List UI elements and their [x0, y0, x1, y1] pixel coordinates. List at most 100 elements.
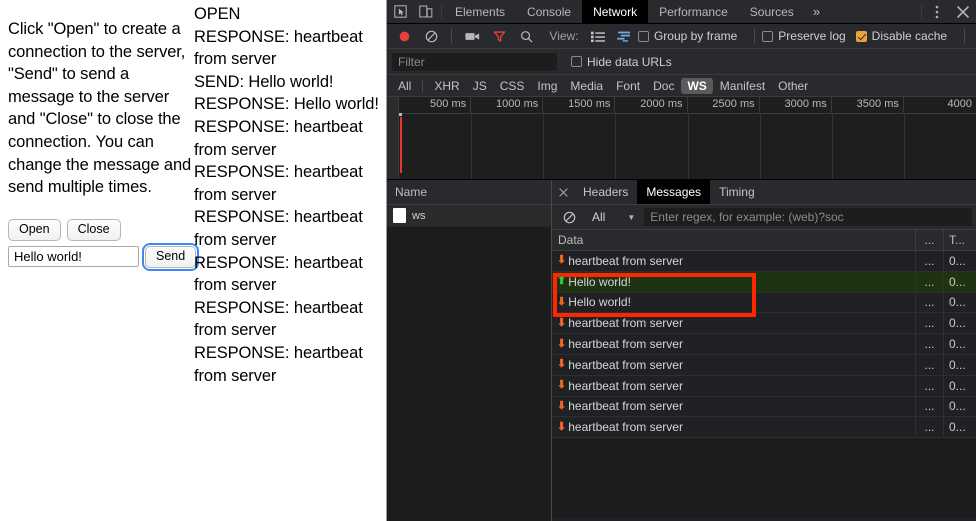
network-toolbar: View: Group by frame Preserve log Disabl… [387, 24, 976, 49]
network-split: Name ws Headers Messages Timing All ▼ En… [387, 180, 976, 521]
group-by-frame-label: Group by frame [653, 29, 738, 43]
checkbox-box [762, 30, 774, 42]
waterfall-view-icon[interactable] [611, 24, 638, 49]
arrow-down-icon: ⬇ [557, 358, 567, 371]
message-input[interactable] [8, 246, 139, 268]
network-overview-timeline[interactable]: 500 ms 1000 ms 1500 ms 2000 ms 2500 ms 3… [387, 97, 976, 180]
message-data-cell: ⬇ heartbeat from server [552, 417, 916, 438]
tab-messages[interactable]: Messages [637, 180, 711, 204]
tab-headers[interactable]: Headers [574, 180, 637, 204]
message-data-cell: ⬇ heartbeat from server [552, 354, 916, 375]
table-row[interactable]: ⬇ heartbeat from server ... 0... [552, 334, 976, 355]
message-text: heartbeat from server [568, 399, 683, 414]
type-filter-js[interactable]: JS [467, 78, 493, 94]
type-filter-xhr[interactable]: XHR [428, 78, 465, 94]
table-row[interactable]: ⬆ Hello world! ... 0... [552, 271, 976, 293]
arrow-down-icon: ⬇ [557, 337, 567, 350]
type-filter-manifest[interactable]: Manifest [714, 78, 771, 94]
type-filter-doc[interactable]: Doc [647, 78, 680, 94]
preserve-log-checkbox[interactable]: Preserve log [762, 29, 846, 43]
tab-timing[interactable]: Timing [710, 180, 764, 204]
message-length-cell: ... [916, 251, 944, 271]
close-detail-icon[interactable] [552, 180, 574, 204]
overview-tick-lane: 500 ms 1000 ms 1500 ms 2000 ms 2500 ms 3… [399, 97, 976, 114]
device-toolbar-icon[interactable] [413, 0, 439, 23]
log-line: RESPONSE: heartbeat from server [194, 208, 363, 249]
type-filter-other[interactable]: Other [772, 78, 814, 94]
message-text: heartbeat from server [568, 357, 683, 372]
view-label: View: [549, 29, 579, 43]
log-line: RESPONSE: heartbeat from server [194, 27, 363, 69]
overview-dom-content-loaded-marker [400, 117, 402, 173]
clear-icon[interactable] [418, 24, 445, 49]
table-row[interactable]: ⬇ heartbeat from server ... 0... [552, 313, 976, 335]
overview-gridlines [399, 114, 976, 179]
requests-list-empty-area [387, 227, 551, 521]
filter-input[interactable] [392, 52, 557, 71]
send-button[interactable]: Send [141, 242, 200, 271]
table-row[interactable]: ⬇ heartbeat from server ... 0... [552, 375, 976, 397]
type-divider [422, 79, 424, 92]
arrow-up-icon: ⬆ [557, 275, 567, 288]
close-devtools-icon[interactable] [950, 0, 976, 23]
type-filter-ws[interactable]: WS [681, 77, 713, 94]
hide-data-urls-checkbox[interactable]: Hide data URLs [571, 55, 672, 69]
type-filter-img[interactable]: Img [531, 78, 563, 94]
type-filter-all[interactable]: All [392, 78, 417, 94]
web-page-pane: Click "Open" to create a connection to t… [0, 0, 387, 521]
record-icon[interactable] [391, 24, 418, 49]
type-filter-font[interactable]: Font [610, 78, 646, 94]
overview-tick-label: 500 ms [430, 98, 467, 110]
inspect-element-icon[interactable] [387, 0, 413, 23]
log-line: SEND: Hello world! [194, 72, 334, 91]
type-filter-css[interactable]: CSS [494, 78, 531, 94]
messages-table-header: Data ... T... [552, 230, 976, 251]
devtools-panel: Elements Console Network Performance Sou… [387, 0, 976, 521]
message-regex-input[interactable] [644, 208, 972, 226]
message-length-cell: ... [916, 271, 944, 292]
request-detail-pane: Headers Messages Timing All ▼ Enter rege… [552, 180, 976, 521]
request-row-ws[interactable]: ws [387, 205, 551, 227]
close-button[interactable]: Close [66, 218, 121, 241]
more-tabs-button[interactable]: » [805, 0, 828, 23]
table-row[interactable]: ⬇ heartbeat from server ... 0... [552, 354, 976, 376]
message-length-cell: ... [916, 396, 944, 417]
message-type-select[interactable]: All ▼ [586, 210, 641, 224]
tab-console[interactable]: Console [516, 0, 582, 23]
messages-table: Data ... T... ⬇ heartbeat from server ..… [552, 230, 976, 521]
hide-data-urls-label: Hide data URLs [587, 54, 672, 69]
disable-cache-checkbox[interactable]: Disable cache [855, 29, 947, 43]
requests-name-column-header[interactable]: Name [387, 180, 551, 205]
toolbar-divider [964, 28, 966, 44]
kebab-menu-icon[interactable] [924, 0, 950, 23]
message-time-cell: 0... [949, 399, 966, 414]
table-row[interactable]: ⬇ heartbeat from server ... 0... [552, 396, 976, 418]
list-view-icon[interactable] [585, 24, 612, 49]
camera-icon[interactable] [459, 24, 486, 49]
overview-tick-label: 2000 ms [640, 98, 683, 110]
message-data-cell: ⬇ Hello world! [552, 292, 916, 313]
search-icon[interactable] [513, 24, 540, 49]
column-header-length[interactable]: ... [916, 230, 944, 250]
tabbar-spacer [828, 0, 919, 23]
tab-performance[interactable]: Performance [648, 0, 739, 23]
tab-network[interactable]: Network [582, 0, 649, 23]
requests-list-pane: Name ws [387, 180, 552, 521]
tab-sources[interactable]: Sources [739, 0, 805, 23]
overview-gutter [387, 97, 399, 179]
type-filter-media[interactable]: Media [564, 78, 609, 94]
message-text: heartbeat from server [568, 420, 683, 435]
clear-messages-icon[interactable] [556, 205, 583, 230]
table-row[interactable]: ⬇ heartbeat from server ... 0... [552, 251, 976, 272]
table-row[interactable]: ⬇ Hello world! ... 0... [552, 292, 976, 314]
table-row[interactable]: ⬇ heartbeat from server ... 0... [552, 417, 976, 439]
tab-elements[interactable]: Elements [444, 0, 516, 23]
column-header-data[interactable]: Data [552, 230, 916, 250]
open-button[interactable]: Open [8, 218, 61, 241]
column-header-time[interactable]: T... [944, 230, 976, 250]
arrow-down-icon: ⬇ [557, 316, 567, 329]
message-time-cell: 0... [949, 378, 966, 393]
filter-icon[interactable] [486, 24, 513, 49]
log-line: RESPONSE: heartbeat from server [194, 163, 363, 204]
group-by-frame-checkbox[interactable]: Group by frame [637, 29, 738, 43]
